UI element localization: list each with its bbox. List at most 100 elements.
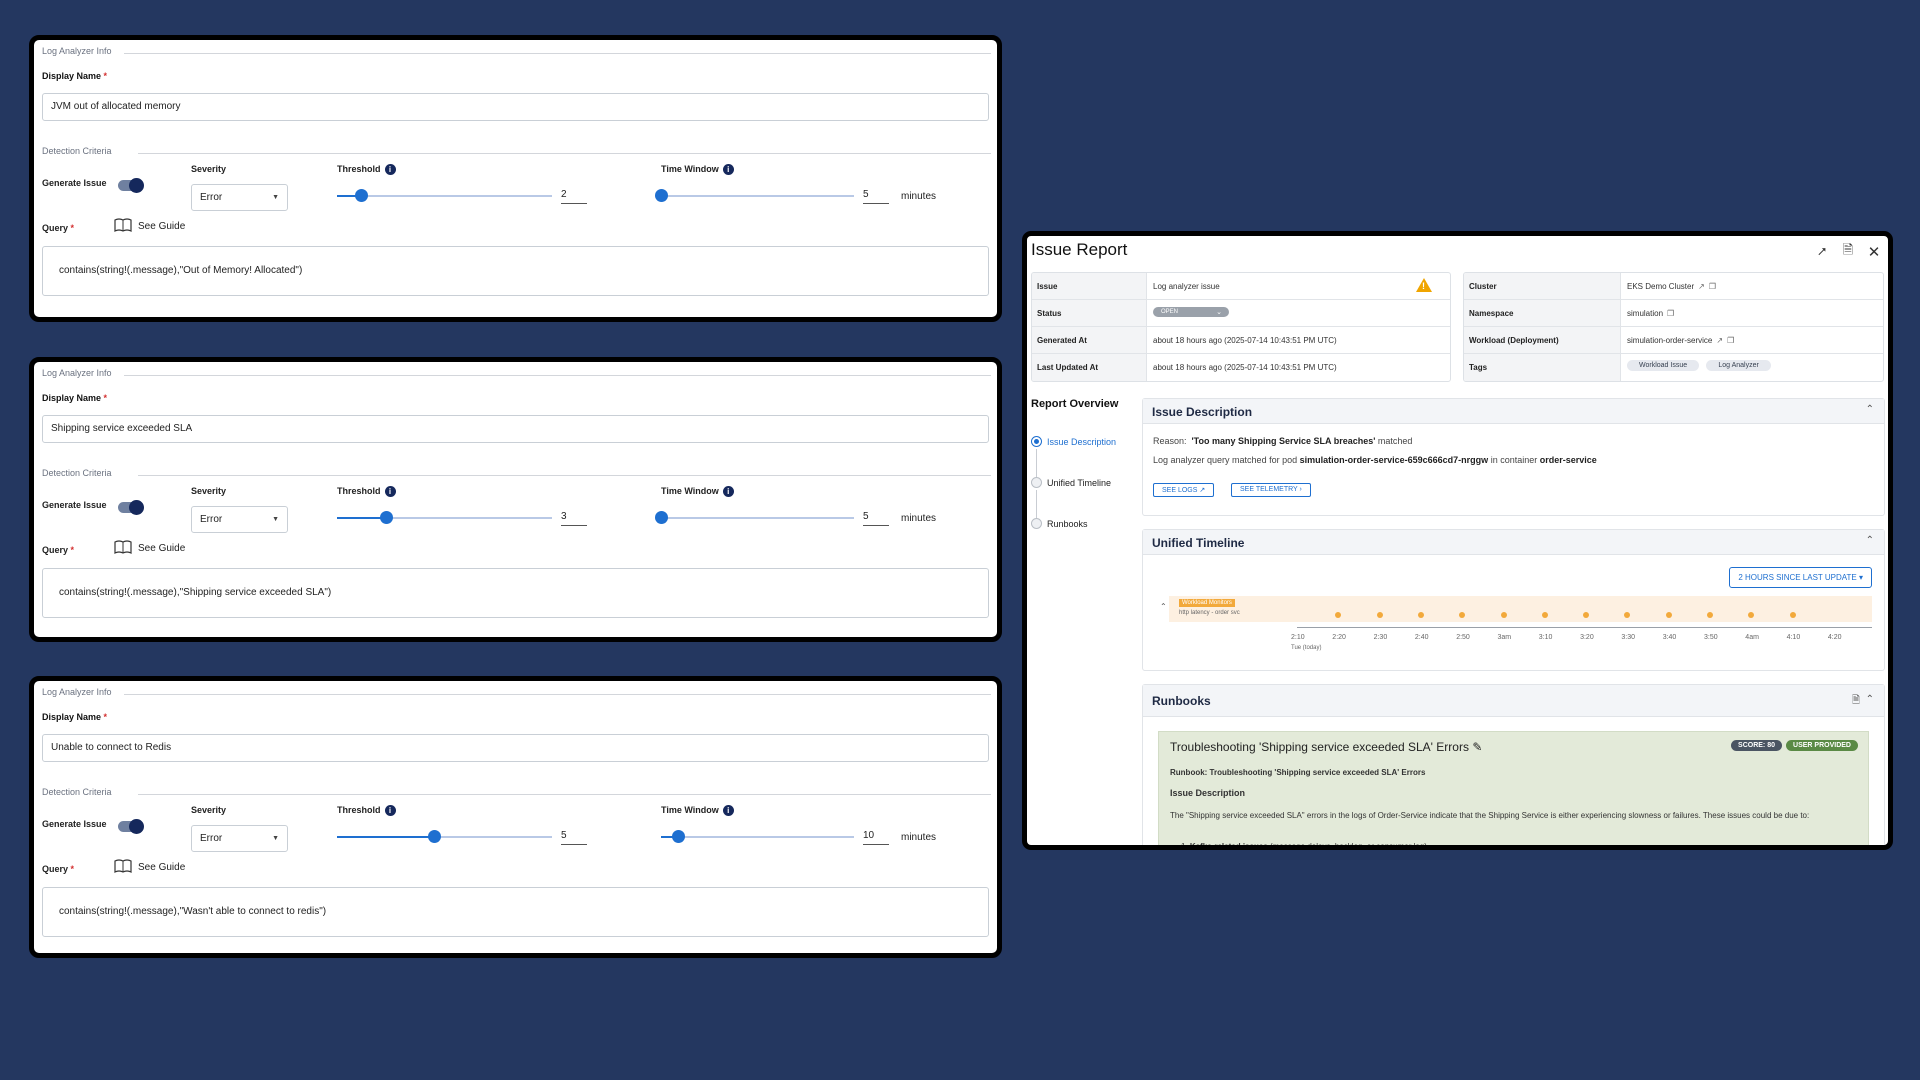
chevron-up-icon[interactable]: ⌃ — [1866, 694, 1874, 705]
threshold-slider[interactable] — [337, 830, 552, 843]
threshold-input[interactable]: 5 — [561, 830, 587, 845]
share-icon[interactable]: ⭧ — [1814, 244, 1830, 260]
threshold-label: Threshold i — [337, 486, 396, 498]
overview-item-issue-description[interactable]: Issue Description — [1031, 436, 1116, 447]
severity-select[interactable]: Error ▼ — [191, 506, 288, 533]
report-title: Issue Report — [1031, 240, 1128, 259]
copy-icon[interactable]: ❐ — [1709, 282, 1716, 291]
query-input[interactable]: contains(string!(.message),"Out of Memor… — [42, 246, 989, 296]
severity-select[interactable]: Error ▼ — [191, 825, 288, 852]
cluster-link[interactable]: EKS Demo Cluster — [1627, 282, 1694, 291]
query-input[interactable]: contains(string!(.message),"Shipping ser… — [42, 568, 989, 618]
warning-icon: ! — [1416, 278, 1432, 292]
timeline-row-subtitle: http latency - order svc — [1179, 610, 1240, 616]
time-window-slider[interactable] — [655, 511, 854, 524]
edit-icon[interactable]: ✎ — [1472, 740, 1482, 754]
copy-icon[interactable]: ❐ — [1667, 309, 1674, 318]
generate-issue-label: Generate Issue — [42, 178, 107, 188]
timeline-tick-label: 2:40 — [1414, 634, 1429, 641]
timeline-event-dot[interactable] — [1541, 612, 1548, 618]
overview-item-unified-timeline[interactable]: Unified Timeline — [1031, 477, 1111, 488]
minutes-label: minutes — [901, 513, 937, 524]
query-label: Query * — [42, 545, 75, 555]
timeline-tick-label: 4:20 — [1827, 634, 1842, 641]
timeline-event-dot[interactable] — [1417, 612, 1424, 618]
report-overview-title: Report Overview — [1031, 398, 1119, 410]
generate-issue-label: Generate Issue — [42, 819, 107, 829]
timeline-tick-label: 3:30 — [1621, 634, 1636, 641]
threshold-label: Threshold i — [337, 164, 396, 176]
query-label: Query * — [42, 223, 75, 233]
book-icon[interactable] — [114, 218, 132, 232]
timeline-tick-label: 3:50 — [1704, 634, 1718, 641]
threshold-slider[interactable] — [337, 189, 552, 202]
reason-line: Reason: 'Too many Shipping Service SLA b… — [1153, 436, 1413, 446]
log-analyzer-card: Log Analyzer Info Display Name * Unable … — [29, 676, 1002, 958]
user-provided-badge: USER PROVIDED — [1786, 740, 1858, 751]
see-logs-button[interactable]: SEE LOGS ↗ — [1153, 483, 1215, 497]
timeline-event-dot[interactable] — [1665, 612, 1672, 618]
chevron-down-icon: ⌄ — [1216, 309, 1222, 316]
time-window-input[interactable]: 5 — [863, 189, 889, 204]
runbook-card[interactable]: Troubleshooting 'Shipping service exceed… — [1158, 731, 1869, 845]
chevron-right-icon: › — [1299, 486, 1302, 493]
query-input[interactable]: contains(string!(.message),"Wasn't able … — [42, 887, 989, 937]
time-window-input[interactable]: 10 — [863, 830, 889, 845]
timeline-tick-label: 2:10 — [1291, 634, 1305, 641]
time-window-input[interactable]: 5 — [863, 511, 889, 526]
generate-issue-toggle[interactable] — [118, 500, 144, 515]
log-analyzer-card: Log Analyzer Info Display Name * Shippin… — [29, 357, 1002, 642]
detection-criteria-legend: Detection Criteria — [42, 468, 118, 478]
time-window-label: Time Window i — [661, 805, 734, 817]
log-analyzer-card: Log Analyzer Info Display Name * JVM out… — [29, 35, 1002, 322]
see-guide-link[interactable]: See Guide — [138, 221, 185, 232]
copy-icon[interactable]: ❐ — [1727, 336, 1734, 345]
issue-report-panel: Issue Report ⭧ 🗎 ✕ Issue Log analyzer is… — [1022, 231, 1893, 850]
score-badge: SCORE: 80 — [1731, 740, 1782, 751]
chevron-up-icon[interactable]: ⌃ — [1866, 535, 1874, 546]
workload-info-table: Cluster EKS Demo Cluster ↗ ❐ Namespace sim… — [1463, 272, 1884, 382]
generate-issue-toggle[interactable] — [118, 819, 144, 834]
book-icon[interactable] — [114, 540, 132, 554]
info-row-issue: Issue Log analyzer issue! — [1032, 273, 1450, 300]
display-name-input[interactable]: Shipping service exceeded SLA — [42, 415, 989, 443]
book-icon[interactable] — [114, 859, 132, 873]
see-guide-link[interactable]: See Guide — [138, 543, 185, 554]
time-range-dropdown[interactable]: 2 HOURS SINCE LAST UPDATE ▾ — [1729, 567, 1872, 588]
external-link-icon[interactable]: ↗ — [1698, 282, 1705, 291]
see-telemetry-button[interactable]: SEE TELEMETRY › — [1231, 483, 1311, 497]
display-name-input[interactable]: Unable to connect to Redis — [42, 734, 989, 762]
severity-select[interactable]: Error ▼ — [191, 184, 288, 211]
threshold-slider[interactable] — [337, 511, 552, 524]
timeline-tick-label: 3:40 — [1662, 634, 1677, 641]
close-icon[interactable]: ✕ — [1866, 243, 1882, 261]
see-guide-link[interactable]: See Guide — [138, 862, 185, 873]
overview-item-runbooks[interactable]: Runbooks — [1031, 518, 1088, 529]
workload-link[interactable]: simulation-order-service — [1627, 336, 1712, 345]
status-dropdown[interactable]: OPEN ⌄ — [1153, 307, 1229, 317]
chevron-up-icon[interactable]: ⌃ — [1866, 404, 1874, 415]
external-link-icon[interactable]: ↗ — [1716, 336, 1723, 345]
time-window-slider[interactable] — [655, 189, 854, 202]
chevron-up-icon[interactable]: ⌃ — [1160, 602, 1167, 611]
threshold-input[interactable]: 3 — [561, 511, 587, 526]
severity-label: Severity — [191, 805, 227, 815]
time-window-slider[interactable] — [661, 830, 854, 843]
add-note-icon[interactable]: 🗎 — [1840, 241, 1856, 263]
timeline-event-dot[interactable] — [1500, 612, 1507, 618]
timeline-day-label: Tue (today) — [1291, 645, 1322, 651]
timeline-event-dot[interactable] — [1376, 612, 1383, 618]
generate-issue-toggle[interactable] — [118, 178, 144, 193]
runbooks-panel: Runbooks 🗎 ⌃ Troubleshooting 'Shipping s… — [1142, 684, 1885, 845]
display-name-input[interactable]: JVM out of allocated memory — [42, 93, 989, 121]
info-icon: i — [722, 486, 734, 498]
timeline-event-dot[interactable] — [1707, 612, 1713, 618]
info-icon: i — [722, 805, 734, 817]
info-row-generated: Generated At about 18 hours ago (2025-07… — [1032, 327, 1450, 354]
timeline-tick-label: 2:20 — [1332, 634, 1346, 641]
timeline-tick-label: 3am — [1497, 634, 1512, 641]
add-runbook-icon[interactable]: 🗎 — [1852, 693, 1860, 710]
timeline-event-dot[interactable] — [1789, 612, 1796, 618]
threshold-input[interactable]: 2 — [561, 189, 587, 204]
info-row-updated: Last Updated At about 18 hours ago (2025… — [1032, 354, 1450, 381]
